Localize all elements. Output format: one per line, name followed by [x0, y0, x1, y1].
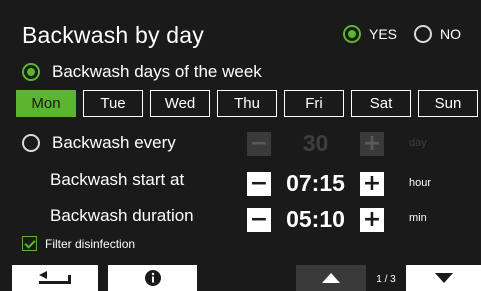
start-time-increment-button[interactable]: +	[360, 171, 384, 196]
duration-decrement-button[interactable]: −	[247, 207, 271, 232]
backwash-enabled-yes-radio[interactable]: YES	[343, 25, 397, 43]
day-button-sat[interactable]: Sat	[351, 90, 411, 117]
duration-value: 05:10	[286, 206, 345, 232]
start-time-unit: hour	[409, 177, 432, 189]
start-time-label: Backwash start at	[50, 170, 185, 189]
back-button[interactable]	[12, 265, 98, 291]
duration-increment-button[interactable]: +	[360, 207, 384, 232]
triangle-up-icon	[322, 273, 340, 283]
interval-decrement-button[interactable]: −	[247, 131, 271, 156]
info-button[interactable]	[108, 265, 197, 291]
filter-disinfection-label: Filter disinfection	[45, 236, 136, 251]
filter-disinfection-checkbox[interactable]: Filter disinfection	[22, 236, 135, 251]
start-time-stepper: − 07:15 +	[247, 170, 384, 197]
backwash-every-radio[interactable]: Backwash every	[22, 133, 176, 153]
day-selector: Mon Tue Wed Thu Fri Sat Sun	[16, 90, 478, 117]
duration-stepper: − 05:10 +	[247, 206, 384, 233]
day-button-mon[interactable]: Mon	[16, 90, 76, 117]
backwash-enabled-no-radio[interactable]: NO	[414, 25, 461, 43]
backwash-every-label: Backwash every	[52, 133, 176, 152]
day-button-fri[interactable]: Fri	[284, 90, 344, 117]
interval-unit: day	[409, 137, 427, 149]
start-time-value: 07:15	[286, 170, 345, 196]
page-up-button[interactable]	[296, 265, 366, 291]
radio-unselected-icon	[22, 134, 40, 152]
radio-selected-icon	[343, 25, 361, 43]
radio-unselected-icon	[414, 25, 432, 43]
day-button-sun[interactable]: Sun	[418, 90, 478, 117]
interval-increment-button[interactable]: +	[360, 131, 384, 156]
day-button-tue[interactable]: Tue	[83, 90, 143, 117]
no-label: NO	[440, 26, 461, 42]
start-time-decrement-button[interactable]: −	[247, 171, 271, 196]
radio-selected-icon	[22, 63, 40, 81]
page-indicator: 1 / 3	[376, 273, 396, 285]
days-of-week-radio[interactable]: Backwash days of the week	[22, 62, 262, 82]
info-icon	[144, 270, 161, 286]
day-button-wed[interactable]: Wed	[150, 90, 210, 117]
duration-unit: min	[409, 212, 427, 224]
return-arrow-icon	[39, 271, 71, 284]
duration-label: Backwash duration	[50, 206, 194, 225]
interval-value: 30	[302, 130, 329, 156]
page-down-button[interactable]	[406, 265, 481, 291]
checkbox-checked-icon	[22, 236, 37, 251]
triangle-down-icon	[434, 273, 453, 283]
yes-label: YES	[369, 26, 398, 42]
days-of-week-label: Backwash days of the week	[52, 62, 262, 81]
page-title: Backwash by day	[22, 22, 204, 48]
day-button-thu[interactable]: Thu	[217, 90, 277, 117]
interval-stepper: − 30 +	[247, 130, 384, 157]
